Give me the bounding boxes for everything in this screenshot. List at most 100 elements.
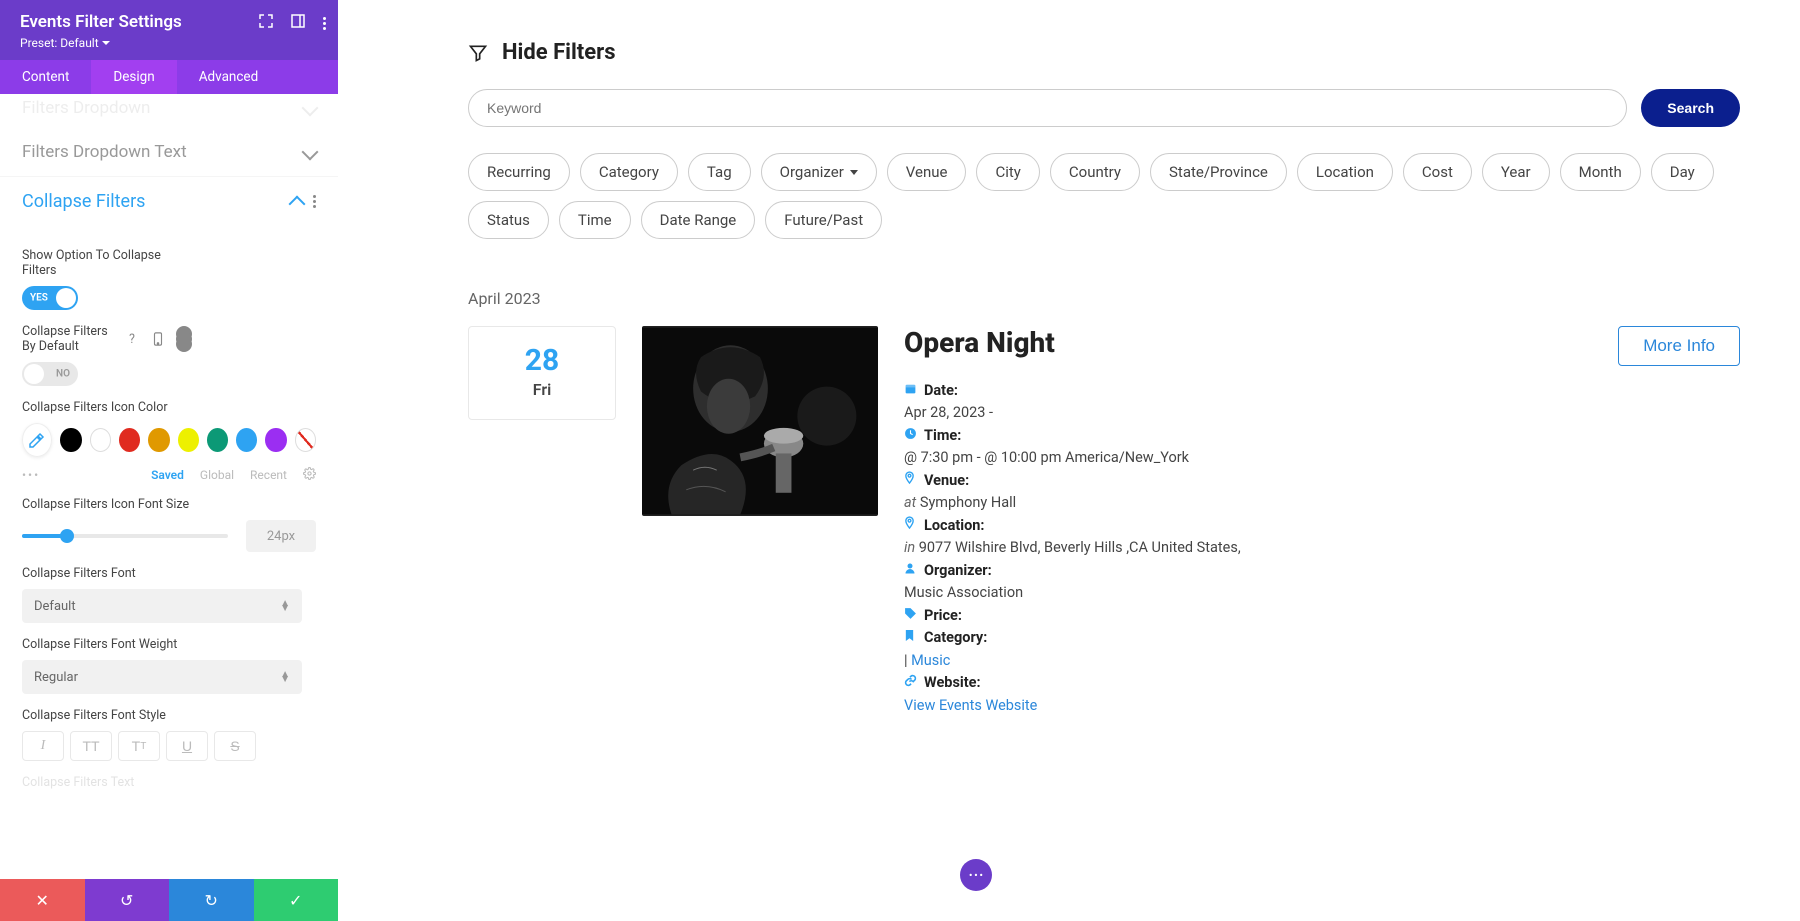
section-label: Filters Dropdown xyxy=(22,98,150,118)
italic-button[interactable]: I xyxy=(22,731,64,761)
label-location: Location: xyxy=(924,517,985,534)
swatch-white[interactable] xyxy=(90,428,111,452)
tab-design[interactable]: Design xyxy=(91,60,176,94)
filter-pill-date-range[interactable]: Date Range xyxy=(641,201,756,239)
swatch-red[interactable] xyxy=(119,428,140,452)
hide-filters-toggle[interactable]: Hide Filters xyxy=(468,40,1740,65)
category-link[interactable]: Music xyxy=(911,652,950,669)
preset-dropdown[interactable]: Preset: Default xyxy=(20,36,318,50)
swatch-none[interactable] xyxy=(295,428,316,452)
label-price: Price: xyxy=(924,607,962,624)
label-website: Website: xyxy=(924,674,981,691)
option-label-cut: Collapse Filters Text xyxy=(22,775,316,790)
select-value: Default xyxy=(34,599,76,614)
location-prefix: in xyxy=(904,539,919,556)
undo-button[interactable]: ↺ xyxy=(85,879,170,921)
icon-font-size-slider[interactable] xyxy=(22,534,228,538)
filter-pill-venue[interactable]: Venue xyxy=(887,153,967,191)
chevron-down-icon xyxy=(302,144,319,161)
smallcaps-button[interactable]: TT xyxy=(118,731,160,761)
pin-icon xyxy=(904,471,918,485)
cancel-button[interactable]: ✕ xyxy=(0,879,85,921)
more-icon[interactable]: ••• xyxy=(22,468,40,482)
main-preview: Hide Filters Search Recurring Category Tag… xyxy=(338,0,1800,921)
eyedropper-button[interactable] xyxy=(22,423,52,457)
underline-button[interactable]: U xyxy=(166,731,208,761)
updown-icon: ▲▼ xyxy=(280,601,290,611)
floating-action-button[interactable]: ··· xyxy=(960,859,992,891)
filter-pill-status[interactable]: Status xyxy=(468,201,549,239)
swatch-tabs: ••• Saved Global Recent xyxy=(22,467,316,483)
section-filters-dropdown-text[interactable]: Filters Dropdown Text xyxy=(0,128,338,177)
redo-button[interactable]: ↻ xyxy=(169,879,254,921)
filter-pill-organizer[interactable]: Organizer xyxy=(761,153,877,191)
swatch-black[interactable] xyxy=(60,428,81,452)
preset-label: Preset: Default xyxy=(20,36,99,50)
filter-pill-location[interactable]: Location xyxy=(1297,153,1393,191)
updown-icon: ▲▼ xyxy=(280,672,290,682)
venue-value: Symphony Hall xyxy=(920,494,1016,511)
tab-content[interactable]: Content xyxy=(0,60,91,94)
strikethrough-button[interactable]: S xyxy=(214,731,256,761)
sidebar-header: Events Filter Settings Preset: Default xyxy=(0,0,338,60)
toggle-collapse-by-default[interactable]: NO xyxy=(22,362,78,386)
responsive-icon[interactable] xyxy=(150,331,166,347)
toggle-knob xyxy=(56,288,76,308)
font-select[interactable]: Default ▲▼ xyxy=(22,589,302,623)
swatch-tab-global[interactable]: Global xyxy=(200,468,234,482)
sidebar-footer: ✕ ↺ ↻ ✓ xyxy=(0,879,338,921)
swatch-tab-recent[interactable]: Recent xyxy=(250,468,287,482)
kebab-menu-icon[interactable] xyxy=(323,22,326,25)
expand-icon[interactable] xyxy=(259,14,273,32)
tab-advanced[interactable]: Advanced xyxy=(177,60,281,94)
search-button[interactable]: Search xyxy=(1641,89,1740,127)
website-link[interactable]: View Events Website xyxy=(904,697,1037,714)
section-filters-dropdown[interactable]: Filters Dropdown xyxy=(0,94,338,128)
gear-icon[interactable] xyxy=(303,467,316,483)
filter-pill-cost[interactable]: Cost xyxy=(1403,153,1472,191)
swatch-teal[interactable] xyxy=(207,428,228,452)
option-label: Collapse Filters Font Weight xyxy=(22,637,316,652)
sidebar-body[interactable]: Filters Dropdown Filters Dropdown Text C… xyxy=(0,94,338,879)
font-style-buttons: I TT TT U S xyxy=(22,731,316,761)
filter-pill-year[interactable]: Year xyxy=(1482,153,1550,191)
kebab-menu-icon[interactable] xyxy=(176,331,192,347)
help-icon[interactable]: ? xyxy=(124,331,140,347)
filter-pill-state-province[interactable]: State/Province xyxy=(1150,153,1287,191)
organizer-value: Music Association xyxy=(904,582,1740,604)
event-image xyxy=(642,326,878,516)
more-info-button[interactable]: More Info xyxy=(1618,326,1740,366)
filter-pill-category[interactable]: Category xyxy=(580,153,678,191)
user-icon xyxy=(904,562,918,575)
font-weight-select[interactable]: Regular ▲▼ xyxy=(22,660,302,694)
toggle-show-collapse-option[interactable]: YES xyxy=(22,286,78,310)
filter-pill-time[interactable]: Time xyxy=(559,201,631,239)
clock-icon xyxy=(904,427,918,440)
filter-pill-month[interactable]: Month xyxy=(1560,153,1641,191)
label-date: Date: xyxy=(924,382,958,399)
keyword-input[interactable] xyxy=(468,89,1627,127)
filter-pill-day[interactable]: Day xyxy=(1651,153,1714,191)
kebab-menu-icon[interactable] xyxy=(313,200,316,203)
panel-right-icon[interactable] xyxy=(291,14,305,32)
uppercase-button[interactable]: TT xyxy=(70,731,112,761)
swatch-tab-saved[interactable]: Saved xyxy=(151,468,184,482)
color-swatches xyxy=(22,423,316,457)
option-label: Collapse Filters Icon Font Size xyxy=(22,497,316,512)
filter-pill-country[interactable]: Country xyxy=(1050,153,1140,191)
filter-pill-city[interactable]: City xyxy=(976,153,1039,191)
section-collapse-filters[interactable]: Collapse Filters xyxy=(0,177,338,226)
swatch-yellow[interactable] xyxy=(178,428,199,452)
swatch-blue[interactable] xyxy=(236,428,257,452)
date-card: 28 Fri xyxy=(468,326,616,420)
event-title: Opera Night xyxy=(904,326,1055,359)
icon-font-size-value[interactable]: 24px xyxy=(246,520,316,552)
filter-pill-future-past[interactable]: Future/Past xyxy=(765,201,882,239)
save-button[interactable]: ✓ xyxy=(254,879,339,921)
swatch-purple[interactable] xyxy=(265,428,286,452)
filter-pill-tag[interactable]: Tag xyxy=(688,153,751,191)
option-label: Collapse Filters Font xyxy=(22,566,316,581)
settings-sidebar: Events Filter Settings Preset: Default C… xyxy=(0,0,338,921)
filter-pill-recurring[interactable]: Recurring xyxy=(468,153,570,191)
swatch-orange[interactable] xyxy=(148,428,169,452)
